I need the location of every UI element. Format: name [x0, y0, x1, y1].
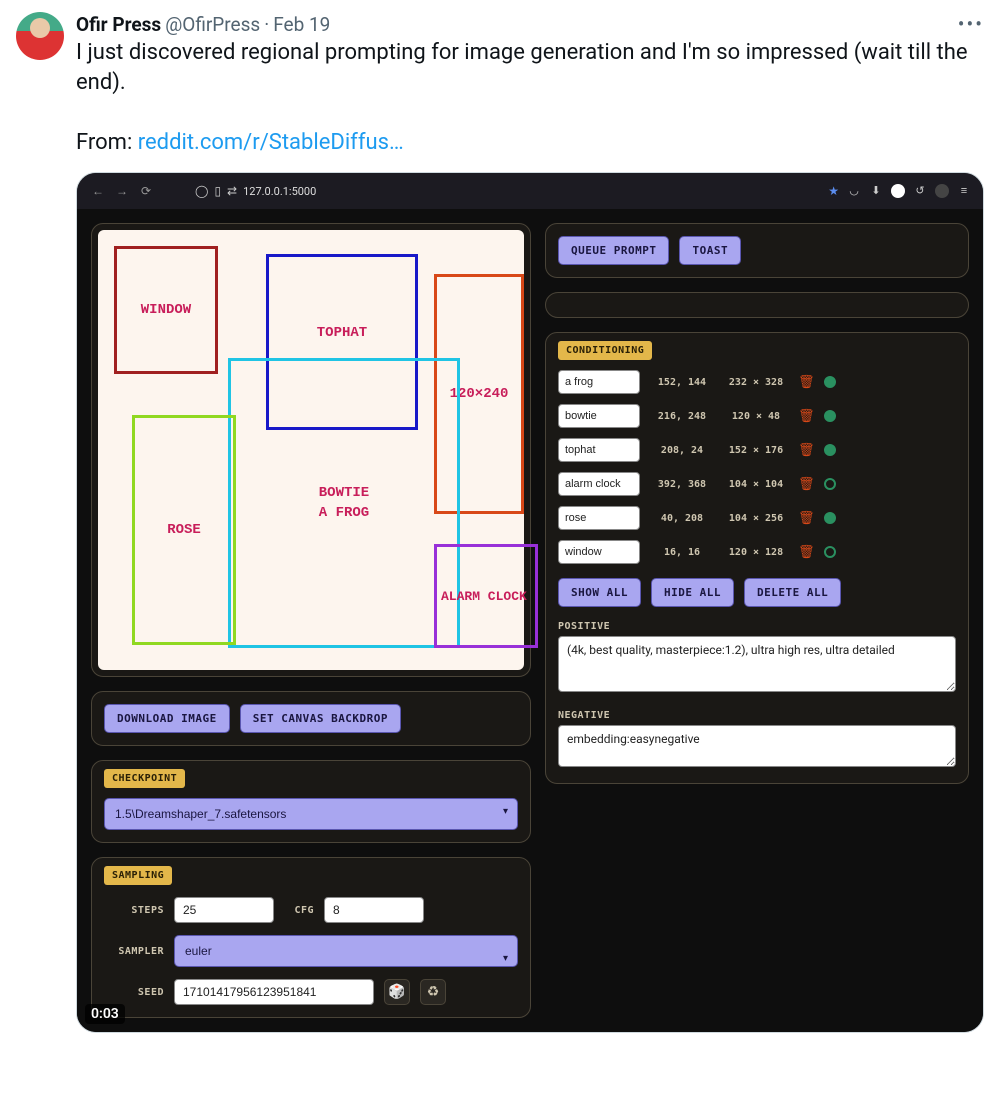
region-position: 152, 144: [650, 377, 714, 388]
toggle-visibility-icon[interactable]: [824, 376, 836, 388]
seed-label: SEED: [104, 987, 164, 998]
conditioning-row: 152, 144 232 × 328 🗑: [558, 370, 956, 394]
steps-label: STEPS: [104, 905, 164, 916]
steps-input[interactable]: [174, 897, 274, 923]
region-alarm-clock[interactable]: ALARM CLOCK: [434, 544, 538, 648]
toast-button[interactable]: TOAST: [679, 236, 741, 265]
positive-label: POSITIVE: [558, 621, 956, 632]
positive-textarea[interactable]: (4k, best quality, masterpiece:1.2), ult…: [558, 636, 956, 692]
video-embed[interactable]: ← → ⟳ ◯ ▯ ⇄ 127.0.0.1:5000 ★ ◡ ⬇: [76, 172, 984, 1033]
checkpoint-panel: CHECKPOINT 1.5\Dreamshaper_7.safetensors: [91, 760, 531, 843]
region-size: 104 × 256: [724, 513, 788, 524]
download-image-button[interactable]: DOWNLOAD IMAGE: [104, 704, 230, 733]
negative-label: NEGATIVE: [558, 710, 956, 721]
region-name-input[interactable]: [558, 370, 640, 394]
delete-region-icon[interactable]: 🗑: [798, 545, 814, 560]
toggle-visibility-icon[interactable]: [824, 410, 836, 422]
region-size: 120 × 48: [724, 411, 788, 422]
region-name-input[interactable]: [558, 472, 640, 496]
toggle-visibility-icon[interactable]: [824, 444, 836, 456]
tweet-link[interactable]: reddit.com/r/StableDiffus…: [138, 130, 404, 155]
conditioning-row: 216, 248 120 × 48 🗑: [558, 404, 956, 428]
region-position: 208, 24: [650, 445, 714, 456]
url-text[interactable]: 127.0.0.1:5000: [243, 185, 316, 198]
reload-icon[interactable]: ⟳: [137, 184, 155, 198]
more-menu-icon[interactable]: •••: [958, 12, 984, 36]
conditioning-row: 208, 24 152 × 176 🗑: [558, 438, 956, 462]
region-size: 232 × 328: [724, 377, 788, 388]
connection-icon[interactable]: ⇄: [227, 184, 237, 198]
region-size: 152 × 176: [724, 445, 788, 456]
pocket-icon[interactable]: ◡: [847, 184, 861, 198]
region-name-input[interactable]: [558, 540, 640, 564]
show-all-button[interactable]: SHOW ALL: [558, 578, 641, 607]
region-frog[interactable]: BOWTIE A FROG: [228, 358, 460, 648]
cfg-input[interactable]: [324, 897, 424, 923]
region-window[interactable]: WINDOW: [114, 246, 218, 374]
region-size: 104 × 104: [724, 479, 788, 490]
randomize-seed-button[interactable]: 🎲: [384, 979, 410, 1005]
toggle-visibility-icon[interactable]: [824, 546, 836, 558]
page-icon: ▯: [214, 184, 221, 198]
separator-dot: ·: [264, 13, 269, 36]
delete-region-icon[interactable]: 🗑: [798, 409, 814, 424]
set-canvas-backdrop-button[interactable]: SET CANVAS BACKDROP: [240, 704, 401, 733]
toggle-visibility-icon[interactable]: [824, 478, 836, 490]
profile-icon[interactable]: [935, 184, 949, 198]
user-handle[interactable]: @OfirPress: [165, 13, 260, 36]
history-icon[interactable]: ↺: [913, 184, 927, 198]
region-size: 120 × 128: [724, 547, 788, 558]
tweet-text: I just discovered regional prompting for…: [76, 38, 984, 158]
conditioning-row: 40, 208 104 × 256 🗑: [558, 506, 956, 530]
hide-all-button[interactable]: HIDE ALL: [651, 578, 734, 607]
delete-region-icon[interactable]: 🗑: [798, 511, 814, 526]
seed-input[interactable]: [174, 979, 374, 1005]
back-icon[interactable]: ←: [89, 184, 107, 198]
region-position: 392, 368: [650, 479, 714, 490]
avatar[interactable]: [16, 12, 64, 60]
region-name-input[interactable]: [558, 438, 640, 462]
toggle-visibility-icon[interactable]: [824, 512, 836, 524]
delete-all-button[interactable]: DELETE ALL: [744, 578, 841, 607]
region-position: 16, 16: [650, 547, 714, 558]
checkpoint-label: CHECKPOINT: [104, 769, 185, 788]
menu-icon[interactable]: ≡: [957, 184, 971, 198]
conditioning-row: 392, 368 104 × 104 🗑: [558, 472, 956, 496]
region-position: 40, 208: [650, 513, 714, 524]
sampling-panel: SAMPLING STEPS CFG SAMPLER euler: [91, 857, 531, 1018]
conditioning-label: CONDITIONING: [558, 341, 652, 360]
forward-icon[interactable]: →: [113, 184, 131, 198]
progress-bar: [545, 292, 969, 318]
download-icon[interactable]: ⬇: [869, 184, 883, 198]
sampler-select[interactable]: euler: [174, 935, 518, 967]
region-name-input[interactable]: [558, 404, 640, 428]
region-name-input[interactable]: [558, 506, 640, 530]
negative-textarea[interactable]: embedding:easynegative: [558, 725, 956, 767]
delete-region-icon[interactable]: 🗑: [798, 477, 814, 492]
recycle-seed-button[interactable]: ♻: [420, 979, 446, 1005]
cfg-label: CFG: [284, 905, 314, 916]
delete-region-icon[interactable]: 🗑: [798, 375, 814, 390]
region-canvas[interactable]: WINDOW TOPHAT 120×240 BOWTIE A FROG ROSE…: [98, 230, 524, 670]
tweet-date[interactable]: Feb 19: [273, 13, 330, 36]
extension-icon[interactable]: [891, 184, 905, 198]
queue-prompt-button[interactable]: QUEUE PROMPT: [558, 236, 669, 265]
shield-icon[interactable]: ◯: [195, 184, 208, 198]
region-rose[interactable]: ROSE: [132, 415, 236, 645]
region-position: 216, 248: [650, 411, 714, 422]
conditioning-row: 16, 16 120 × 128 🗑: [558, 540, 956, 564]
sampler-label: SAMPLER: [104, 946, 164, 957]
display-name[interactable]: Ofir Press: [76, 13, 161, 36]
sampling-label: SAMPLING: [104, 866, 172, 885]
conditioning-panel: CONDITIONING 152, 144 232 × 328 🗑 216, 248 1…: [545, 332, 969, 784]
video-timestamp: 0:03: [85, 1004, 125, 1024]
delete-region-icon[interactable]: 🗑: [798, 443, 814, 458]
bookmark-star-icon[interactable]: ★: [828, 184, 839, 198]
browser-toolbar: ← → ⟳ ◯ ▯ ⇄ 127.0.0.1:5000 ★ ◡ ⬇: [77, 173, 983, 209]
checkpoint-select[interactable]: 1.5\Dreamshaper_7.safetensors: [104, 798, 518, 830]
